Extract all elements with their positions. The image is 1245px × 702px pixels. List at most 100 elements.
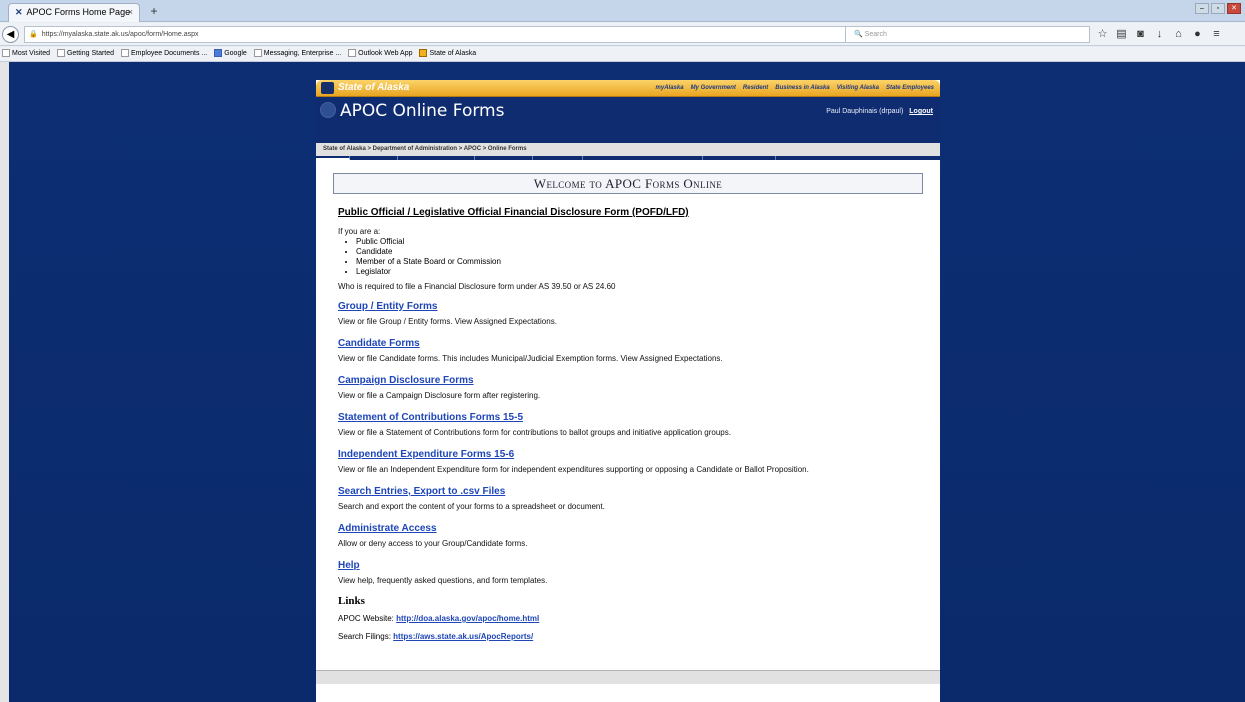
section-campaign: Campaign Disclosure Forms View or file a… xyxy=(338,374,923,401)
logout-link[interactable]: Logout xyxy=(909,108,933,115)
section-desc: View or file Group / Entity forms. View … xyxy=(338,317,557,326)
search-placeholder: Search xyxy=(864,31,887,38)
url-bar[interactable]: 🔒 https://myalaska.state.ak.us/apoc/form/… xyxy=(24,26,896,43)
bookmark-icon xyxy=(2,49,10,58)
search-input[interactable]: 🔍 Search xyxy=(845,26,1090,43)
search-filings-label: Search Filings: xyxy=(338,632,391,641)
bookmark-star-icon[interactable]: ☆ xyxy=(1096,27,1109,41)
pofd-intro: If you are a: xyxy=(338,227,381,236)
download-icon[interactable]: ↓ xyxy=(1153,27,1166,41)
maximize-button[interactable]: ▫ xyxy=(1211,3,1225,14)
alaska-logo-icon xyxy=(321,82,334,94)
section-search: Search Entries, Export to .csv Files Sea… xyxy=(338,485,923,512)
folder-icon xyxy=(348,49,357,58)
left-edge xyxy=(0,62,9,702)
apoc-header: APOC Online Forms Paul Dauphinais (drpau… xyxy=(316,97,940,160)
help-link[interactable]: Help xyxy=(338,559,923,573)
browser-tab[interactable]: ✕ APOC Forms Home Page × xyxy=(8,3,140,22)
url-text: https://myalaska.state.ak.us/apoc/form/H… xyxy=(41,31,199,38)
bookmark-label: Most Visited xyxy=(12,50,50,57)
link-myalaska[interactable]: myAlaska xyxy=(656,81,684,95)
folder-icon xyxy=(121,49,129,58)
section-admin: Administrate Access Allow or deny access… xyxy=(338,522,923,549)
link-business[interactable]: Business in Alaska xyxy=(775,81,829,95)
bookmark-outlook[interactable]: Outlook Web App xyxy=(348,47,413,61)
section-desc: Allow or deny access to your Group/Candi… xyxy=(338,539,528,548)
link-resident[interactable]: Resident xyxy=(743,81,768,95)
bookmark-state-of-alaska[interactable]: State of Alaska xyxy=(419,47,476,61)
minimize-button[interactable]: – xyxy=(1195,3,1209,14)
search-filings-row: Search Filings: https://aws.state.ak.us/… xyxy=(338,631,923,642)
bookmark-label: Messaging, Enterprise ... xyxy=(263,50,342,57)
bookmark-messaging[interactable]: Messaging, Enterprise ... xyxy=(253,47,342,61)
window-close-button[interactable]: ✕ xyxy=(1227,3,1241,14)
new-tab-button[interactable]: + xyxy=(146,4,162,19)
home-icon[interactable]: ⌂ xyxy=(1172,27,1185,41)
pofd-desc: Who is required to file a Financial Disc… xyxy=(338,282,616,291)
alaska-flag-icon xyxy=(419,49,428,58)
section-desc: View help, frequently asked questions, a… xyxy=(338,576,548,585)
link-state-employees[interactable]: State Employees xyxy=(886,81,934,95)
section-group-entity: Group / Entity Forms View or file Group … xyxy=(338,300,923,327)
main-content: Public Official / Legislative Official F… xyxy=(338,206,923,642)
bookmarks-list-icon[interactable]: ▤ xyxy=(1115,27,1128,41)
independent-expenditure-link[interactable]: Independent Expenditure Forms 15-6 xyxy=(338,448,923,462)
bookmarks-toolbar: Most Visited Getting Started Employee Do… xyxy=(0,47,1245,62)
section-statement: Statement of Contributions Forms 15-5 Vi… xyxy=(338,411,923,438)
window-controls: – ▫ ✕ xyxy=(1195,3,1241,14)
page-title: APOC Online Forms xyxy=(340,101,505,121)
link-my-government[interactable]: My Government xyxy=(691,81,736,95)
user-area: Paul Dauphinais (drpaul) Logout xyxy=(826,107,933,117)
apoc-site: State of Alaska myAlaska My Government R… xyxy=(316,80,940,702)
tab-title: APOC Forms Home Page xyxy=(26,7,131,17)
search-entries-link[interactable]: Search Entries, Export to .csv Files xyxy=(338,485,923,499)
link-visiting[interactable]: Visiting Alaska xyxy=(837,81,879,95)
apoc-seal-icon xyxy=(320,102,336,118)
candidate-forms-link[interactable]: Candidate Forms xyxy=(338,337,923,351)
apoc-website-label: APOC Website: xyxy=(338,614,394,623)
toolbar-icons: ☆ ▤ ◙ ↓ ⌂ ● ≡ xyxy=(1096,27,1223,41)
folder-icon xyxy=(253,49,262,58)
search-filings-link[interactable]: https://aws.state.ak.us/ApocReports/ xyxy=(393,632,533,641)
tab-strip: ✕ APOC Forms Home Page × + – ▫ ✕ xyxy=(0,0,1245,22)
section-desc: View or file a Statement of Contribution… xyxy=(338,428,731,437)
list-item: Public Official xyxy=(356,237,923,247)
pocket-icon[interactable]: ◙ xyxy=(1134,27,1147,41)
section-help: Help View help, frequently asked questio… xyxy=(338,559,923,586)
lock-icon: 🔒 xyxy=(29,31,38,38)
menu-icon[interactable]: ≡ xyxy=(1210,27,1223,41)
breadcrumb: State of Alaska > Department of Administ… xyxy=(316,143,940,156)
statement-contributions-link[interactable]: Statement of Contributions Forms 15-5 xyxy=(338,411,923,425)
bookmark-employee-documents[interactable]: Employee Documents ... xyxy=(121,47,207,61)
folder-icon xyxy=(56,49,65,58)
back-button[interactable]: ◀ xyxy=(2,26,19,43)
bookmark-label: Getting Started xyxy=(66,50,115,57)
favicon-icon: ✕ xyxy=(15,7,23,17)
section-independent: Independent Expenditure Forms 15-6 View … xyxy=(338,448,923,475)
list-item: Legislator xyxy=(356,267,923,277)
state-banner: State of Alaska myAlaska My Government R… xyxy=(316,80,940,97)
campaign-disclosure-link[interactable]: Campaign Disclosure Forms xyxy=(338,374,923,388)
pofd-list: Public Official Candidate Member of a St… xyxy=(356,237,923,277)
search-icon: 🔍 xyxy=(854,31,863,38)
bookmark-getting-started[interactable]: Getting Started xyxy=(56,47,115,61)
bookmark-most-visited[interactable]: Most Visited xyxy=(2,47,50,61)
links-heading: Links xyxy=(338,595,365,607)
group-entity-link[interactable]: Group / Entity Forms xyxy=(338,300,923,314)
administrate-access-link[interactable]: Administrate Access xyxy=(338,522,923,536)
footer-bar xyxy=(316,670,940,684)
google-icon xyxy=(214,49,223,58)
tab-close-icon[interactable]: × xyxy=(128,4,133,21)
list-item: Candidate xyxy=(356,247,923,257)
nav-bar: ◀ 🔒 https://myalaska.state.ak.us/apoc/for… xyxy=(0,23,1245,46)
list-item: Member of a State Board or Commission xyxy=(356,257,923,267)
bookmark-google[interactable]: Google xyxy=(214,47,247,61)
bookmark-label: Outlook Web App xyxy=(358,50,413,57)
section-desc: Search and export the content of your fo… xyxy=(338,502,605,511)
bookmark-label: State of Alaska xyxy=(429,50,477,57)
pofd-link[interactable]: Public Official / Legislative Official F… xyxy=(338,206,923,220)
apoc-website-link[interactable]: http://doa.alaska.gov/apoc/home.html xyxy=(396,614,539,623)
chat-icon[interactable]: ● xyxy=(1191,27,1204,41)
apoc-website-row: APOC Website: http://doa.alaska.gov/apoc… xyxy=(338,613,923,624)
state-of-alaska-link[interactable]: State of Alaska xyxy=(338,81,409,95)
